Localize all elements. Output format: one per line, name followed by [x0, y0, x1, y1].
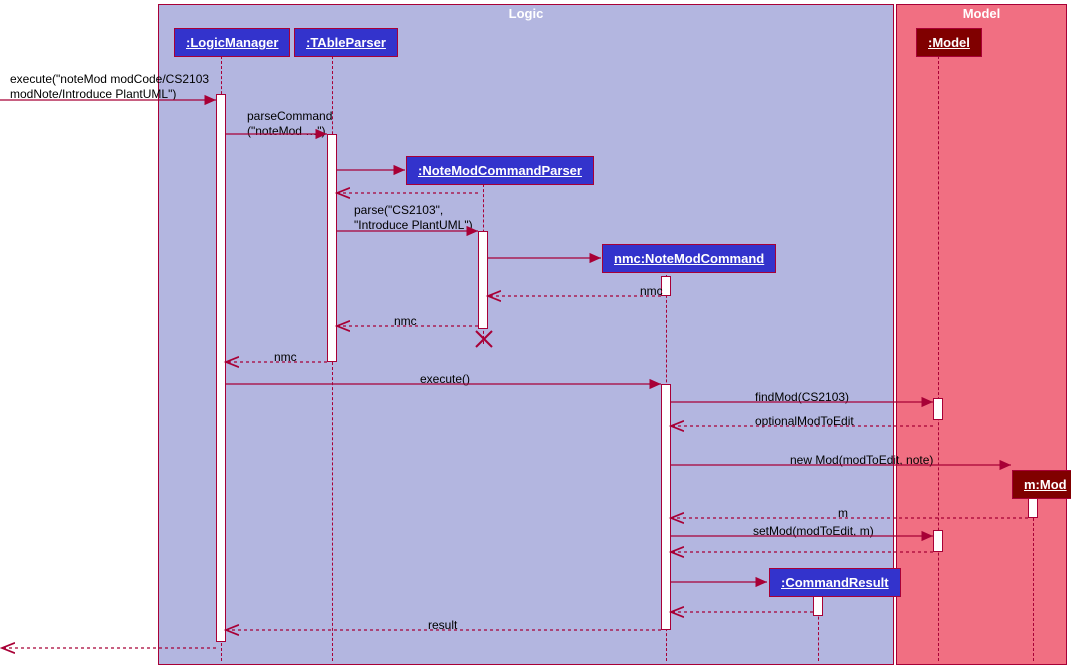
lifeline-model [938, 56, 939, 661]
participant-notemodcommand: nmc:NoteModCommand [602, 244, 776, 273]
activation-model-1 [933, 398, 943, 420]
activation-logicmanager [216, 94, 226, 642]
activation-notemodcmd-2 [661, 384, 671, 630]
participant-logicmanager: :LogicManager [174, 28, 290, 57]
activation-tableparser [327, 134, 337, 362]
logic-region-frame [158, 4, 894, 665]
activation-notemodparser [478, 231, 488, 329]
participant-notemodparser: :NoteModCommandParser [406, 156, 594, 185]
participant-mod: m:Mod [1012, 470, 1071, 499]
participant-tableparser: :TAbleParser [294, 28, 398, 57]
lifeline-mod [1033, 498, 1034, 661]
activation-mod [1028, 498, 1038, 518]
activation-commandresult [813, 596, 823, 616]
model-region-frame [896, 4, 1067, 665]
participant-model: :Model [916, 28, 982, 57]
activation-model-2 [933, 530, 943, 552]
activation-notemodcmd-1 [661, 276, 671, 296]
participant-commandresult: :CommandResult [769, 568, 901, 597]
